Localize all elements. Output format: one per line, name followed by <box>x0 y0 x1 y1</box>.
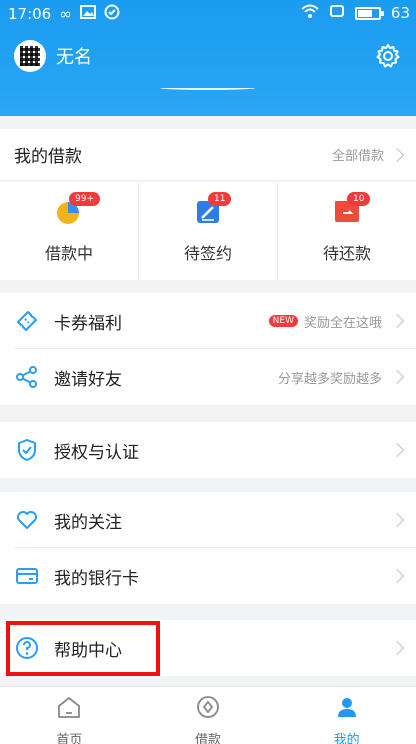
row-label: 授权与认证 <box>54 442 139 463</box>
my-follows-row[interactable]: 我的关注 <box>0 492 416 548</box>
tab-label: 我的 <box>333 733 360 744</box>
tab-label: 首页 <box>56 733 83 744</box>
row-extra-text: 奖励全在这哦 <box>303 315 382 331</box>
badge-count: 10 <box>347 192 371 206</box>
tab-loan[interactable]: 借款 <box>139 687 278 744</box>
tab-home[interactable]: 首页 <box>0 687 139 744</box>
loan-label: 待签约 <box>183 244 232 263</box>
loan-cell-to-repay[interactable]: 10 待还款 <box>278 182 416 280</box>
repay-wallet-icon: 10 <box>333 192 371 226</box>
wifi-icon <box>301 4 319 22</box>
all-loans-label: 全部借款 <box>331 149 384 164</box>
loan-label: 借款中 <box>44 244 93 263</box>
loan-compass-icon <box>196 695 220 723</box>
tab-label: 借款 <box>195 733 222 744</box>
loan-cell-in-progress[interactable]: 99+ 借款中 <box>0 182 139 280</box>
chevron-right-icon <box>389 512 405 528</box>
sign-pen-icon: 11 <box>194 192 232 226</box>
status-bar: 17:06 ∞ 63 <box>0 0 416 28</box>
heart-icon <box>14 507 40 533</box>
bank-card-row[interactable]: 我的银行卡 <box>0 548 416 604</box>
chevron-right-icon <box>389 568 405 584</box>
screen-icon <box>329 4 345 22</box>
invite-friends-row[interactable]: 邀请好友 分享越多奖励越多 <box>0 349 416 405</box>
loan-cell-to-sign[interactable]: 11 待签约 <box>139 182 278 280</box>
home-icon <box>56 695 82 723</box>
chevron-right-icon <box>389 313 405 329</box>
image-notification-icon <box>79 5 96 23</box>
shield-check-icon <box>14 437 40 463</box>
username: 无名 <box>56 47 92 68</box>
user-icon <box>335 695 359 723</box>
row-extra: NEW 奖励全在这哦 <box>268 312 382 331</box>
check-circle-icon <box>104 4 120 24</box>
status-time: 17:06 <box>8 5 52 23</box>
highlight-box <box>6 621 160 676</box>
battery-percent: 63 <box>390 4 410 22</box>
bottom-tab-bar: 首页 借款 我的 <box>0 686 416 744</box>
gear-icon[interactable] <box>374 42 402 70</box>
coupon-benefits-row[interactable]: 卡券福利 NEW 奖励全在这哦 <box>0 293 416 349</box>
share-icon <box>14 364 40 390</box>
personal-group: 我的关注 我的银行卡 <box>0 492 416 604</box>
profile-header: 17:06 ∞ 63 无名 <box>0 0 416 116</box>
chevron-right-icon <box>389 147 405 162</box>
battery-level <box>357 9 372 17</box>
qr-avatar-icon[interactable] <box>14 40 46 72</box>
row-label: 我的关注 <box>54 512 122 533</box>
row-label: 卡券福利 <box>54 313 122 334</box>
my-loans-title: 我的借款 <box>14 147 82 167</box>
auth-group: 授权与认证 <box>0 422 416 478</box>
infinity-icon: ∞ <box>59 5 72 23</box>
benefits-group: 卡券福利 NEW 奖励全在这哦 邀请好友 分享越多奖励越多 <box>0 293 416 405</box>
loan-label: 待还款 <box>322 244 371 263</box>
coupon-icon <box>14 308 40 334</box>
tab-mine[interactable]: 我的 <box>277 687 416 744</box>
row-label: 邀请好友 <box>54 369 122 390</box>
all-loans-link[interactable]: 全部借款 <box>331 145 405 164</box>
row-extra-text: 分享越多奖励越多 <box>277 371 382 387</box>
loan-status-grid: 99+ 借款中 11 待签约 10 待还款 <box>0 182 416 280</box>
header-decoration-line <box>160 86 255 90</box>
chevron-right-icon <box>389 640 405 656</box>
chevron-right-icon <box>389 369 405 385</box>
user-profile[interactable]: 无名 <box>14 40 92 72</box>
badge-count: 11 <box>208 192 232 206</box>
badge-count: 99+ <box>69 192 100 206</box>
battery-icon <box>354 6 384 20</box>
my-loans-header[interactable]: 我的借款 全部借款 <box>0 129 416 181</box>
bank-card-icon <box>14 563 40 589</box>
loan-in-progress-icon: 99+ <box>55 192 100 226</box>
auth-certification-row[interactable]: 授权与认证 <box>0 422 416 478</box>
new-badge: NEW <box>268 315 298 327</box>
row-label: 我的银行卡 <box>54 568 139 589</box>
chevron-right-icon <box>389 442 405 458</box>
